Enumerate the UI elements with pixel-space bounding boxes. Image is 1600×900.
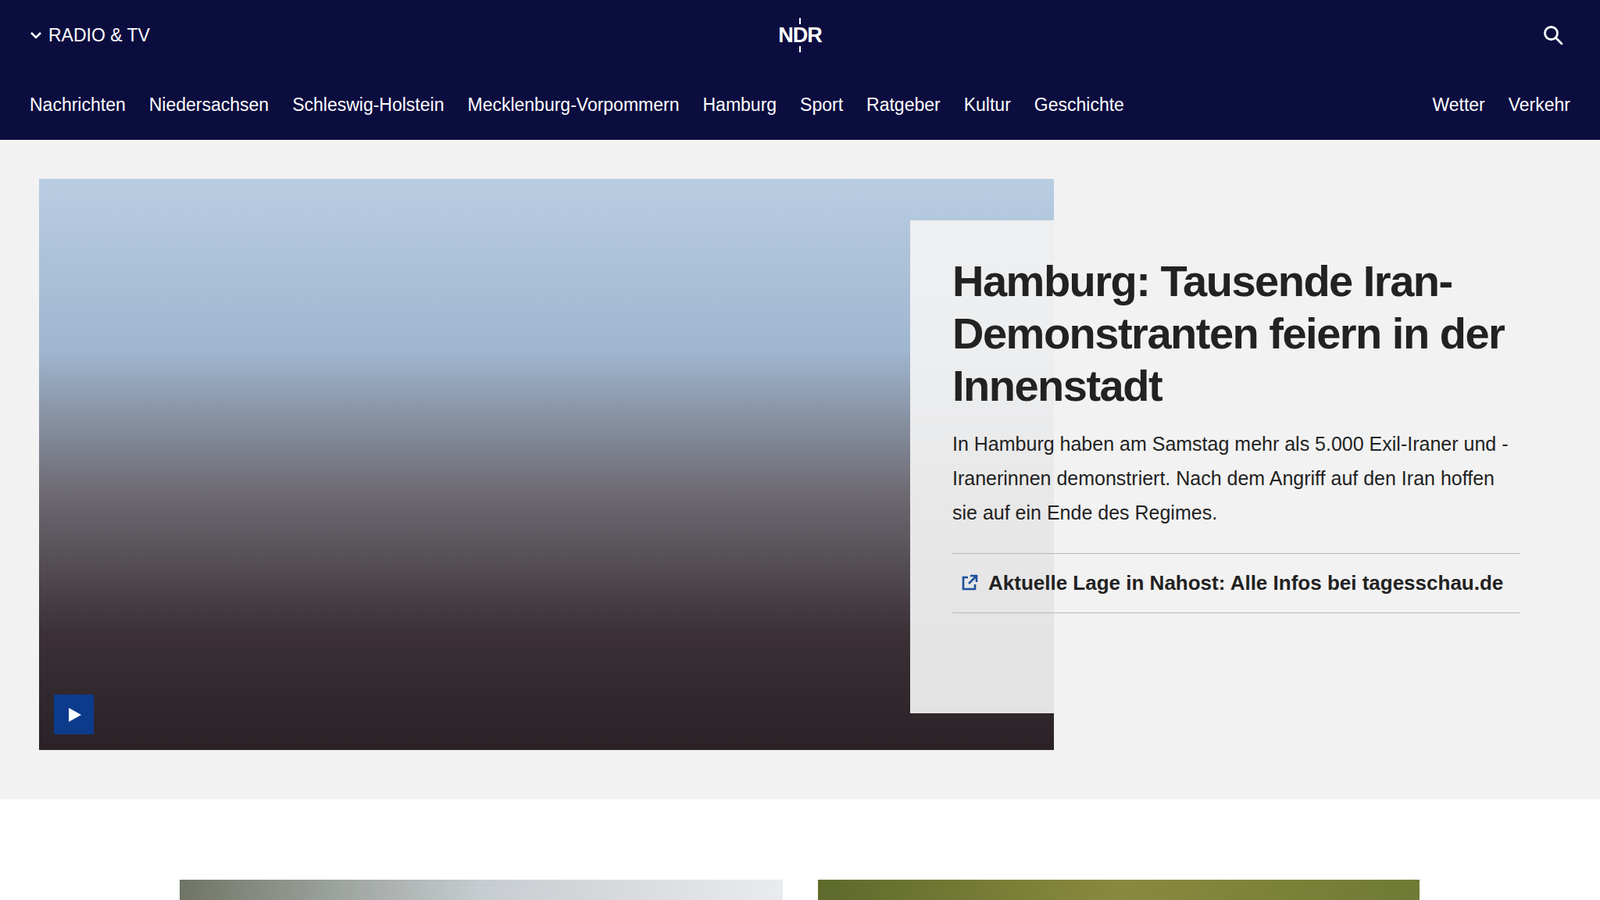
nav-services: Wetter Verkehr bbox=[1432, 94, 1571, 116]
page: RADIO & TV NDR Nachrichten Niedersachsen S… bbox=[0, 0, 1600, 900]
nav-item[interactable]: Verkehr bbox=[1508, 94, 1571, 116]
radio-tv-label: RADIO & TV bbox=[48, 25, 150, 47]
external-link-icon bbox=[960, 573, 979, 593]
external-link-label: Aktuelle Lage in Nahost: Alle Infos bei … bbox=[988, 571, 1504, 596]
hero-title[interactable]: Hamburg: Tausende Iran-Demonstranten fei… bbox=[952, 254, 1520, 413]
hero-image[interactable] bbox=[39, 178, 1054, 750]
search-button[interactable] bbox=[1398, 24, 1571, 47]
logo-line-bottom bbox=[799, 46, 801, 53]
site-header: RADIO & TV NDR Nachrichten Niedersachsen S… bbox=[0, 0, 1600, 140]
external-link[interactable]: Aktuelle Lage in Nahost: Alle Infos bei … bbox=[952, 553, 1520, 614]
hero-card: Hamburg: Tausende Iran-Demonstranten fei… bbox=[910, 220, 1551, 714]
play-button[interactable] bbox=[53, 694, 94, 735]
teaser-list bbox=[0, 799, 1600, 900]
top-bar: RADIO & TV NDR bbox=[0, 0, 1600, 71]
nav-item[interactable]: Mecklenburg-Vorpommern bbox=[467, 94, 679, 116]
nav-item[interactable]: Niedersachsen bbox=[149, 94, 269, 116]
play-icon bbox=[65, 706, 83, 724]
search-icon bbox=[1542, 24, 1565, 47]
radio-tv-menu[interactable]: RADIO & TV bbox=[29, 25, 202, 47]
logo-text: NDR bbox=[778, 24, 822, 47]
teaser-image[interactable] bbox=[817, 879, 1420, 900]
logo-line-top bbox=[799, 17, 801, 25]
nav-item[interactable]: Geschichte bbox=[1034, 94, 1125, 116]
nav-item[interactable]: Sport bbox=[800, 94, 843, 116]
teaser-image[interactable] bbox=[179, 879, 783, 900]
nav-item[interactable]: Wetter bbox=[1432, 94, 1485, 116]
nav-item[interactable]: Hamburg bbox=[702, 94, 777, 116]
hero-section: Hamburg: Tausende Iran-Demonstranten fei… bbox=[0, 139, 1600, 800]
main-nav: Nachrichten Niedersachsen Schleswig-Holste… bbox=[0, 70, 1600, 140]
nav-sections: Nachrichten Niedersachsen Schleswig-Holste… bbox=[29, 94, 1125, 116]
hero-teaser-text: In Hamburg haben am Samstag mehr als 5.0… bbox=[952, 426, 1520, 530]
ndr-logo[interactable]: NDR bbox=[778, 17, 822, 53]
nav-item[interactable]: Schleswig-Holstein bbox=[292, 94, 444, 116]
nav-item[interactable]: Kultur bbox=[964, 94, 1011, 116]
nav-item[interactable]: Nachrichten bbox=[29, 94, 126, 116]
chevron-down-icon bbox=[29, 30, 43, 40]
hero-teaser: Hamburg: Tausende Iran-Demonstranten fei… bbox=[39, 178, 1561, 750]
nav-item[interactable]: Ratgeber bbox=[866, 94, 941, 116]
